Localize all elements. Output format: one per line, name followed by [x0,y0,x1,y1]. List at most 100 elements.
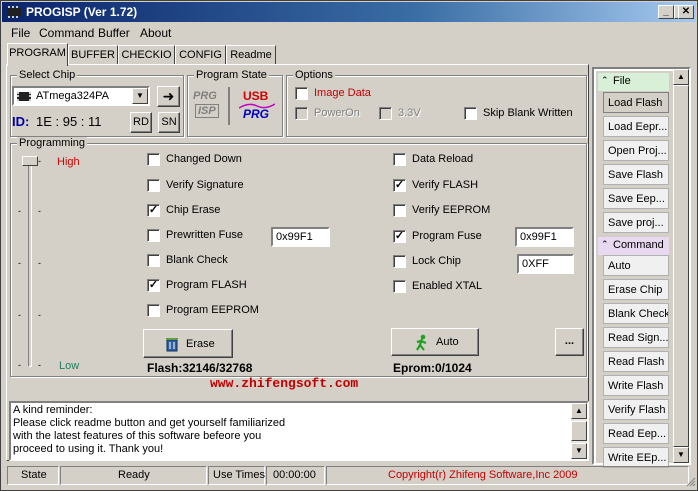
more-options-button[interactable]: ... [555,328,584,356]
tab-readme[interactable]: Readme [226,45,276,65]
checkbox-box [147,179,160,192]
checkbox-label: Program EEPROM [166,304,259,316]
app-icon [7,6,21,18]
options-label: Options [293,69,335,81]
sidebar-item-verify-flash[interactable]: Verify Flash [603,399,669,420]
status-copyright-panel: Copyright(r) Zhifeng Software,Inc 2009 [326,466,689,485]
checkbox-box [393,280,406,293]
lock-chip-field[interactable]: 0XFF [517,254,574,274]
sidebar-item-read-flash[interactable]: Read Flash [603,351,669,372]
checkbox-label: Program Fuse [412,230,482,242]
logo-usb-text: USB [243,89,269,103]
sidebar-item-write-flash[interactable]: Write Flash [603,375,669,396]
sidebar-panel: ⌃ File Load Flash Load Eepr... Open Proj..… [592,67,691,468]
reminder-memo[interactable]: A kind reminder: Please click readme but… [9,401,589,461]
speed-slider-track[interactable] [28,161,32,367]
programming-label: Programming [17,137,88,149]
tab-checkio[interactable]: CHECKIO [118,45,175,65]
id-label: ID: [12,114,30,129]
sidebar-item-save-flash[interactable]: Save Flash [603,164,669,185]
program-fuse-field[interactable]: 0x99F1 [515,227,574,247]
checkbox-label: Enabled XTAL [412,280,483,292]
checkbox-box [393,204,406,217]
erase-button[interactable]: Erase [143,329,233,358]
skip-blank-label: Skip Blank Written [483,107,573,119]
running-man-icon [416,334,427,351]
sidebar-item-auto[interactable]: Auto [603,255,669,276]
prewritten-fuse-field[interactable]: 0x99F1 [271,227,330,247]
speed-slider-thumb[interactable] [22,156,38,166]
website-link[interactable]: www.zhifengsoft.com [210,376,358,391]
checkbox-box [147,229,160,242]
checkbox-label: Verify EEPROM [412,204,491,216]
select-chip-label: Select Chip [17,69,78,81]
checkbox-label: Verify Signature [166,179,244,191]
power-on-label: PowerOn [314,107,360,119]
sidebar-scrollbar[interactable]: ▲ ▼ [673,69,689,463]
sidebar-item-open-proj[interactable]: Open Proj... [603,140,669,161]
tab-program[interactable]: PROGRAM [7,43,68,66]
menu-command[interactable]: Command [39,26,94,40]
sidebar-item-load-eepr[interactable]: Load Eepr... [603,116,669,137]
auto-label: Auto [436,336,459,348]
sidebar-item-load-flash[interactable]: Load Flash [603,92,669,113]
title-bar: PROGISP (Ver 1.72) _ □ [2,2,696,22]
checkbox-box [147,254,160,267]
menu-file[interactable]: File [11,26,30,40]
close-button[interactable]: ✕ [678,5,694,19]
checkbox-label: Lock Chip [412,255,461,267]
memo-scrollbar[interactable]: ▲ ▼ [571,403,587,459]
rd-button[interactable]: RD [130,112,152,133]
chevron-down-icon[interactable]: ▼ [132,88,148,104]
usb-prg-logo: USB PRG [239,89,275,125]
scroll-up-icon[interactable]: ▲ [673,69,689,85]
sidebar-item-save-proj[interactable]: Save proj... [603,212,669,233]
sidebar-command-header[interactable]: ⌃ Command [598,237,669,255]
resize-grip-icon[interactable] [686,477,696,487]
flash-info: Flash:32146/32768 [147,361,253,375]
checkmark-icon: ✓ [393,179,406,192]
scroll-up-icon[interactable]: ▲ [571,403,587,419]
auto-button[interactable]: Auto [391,328,479,356]
sidebar-scroll-thumb[interactable] [673,85,689,447]
sn-button[interactable]: SN [158,112,180,133]
chip-select-value: ATmega324PA [36,90,109,102]
tab-buffer[interactable]: BUFFER [68,45,118,65]
scroll-down-icon[interactable]: ▼ [571,443,587,459]
high-label: High [57,156,80,168]
sidebar-item-save-eep[interactable]: Save Eep... [603,188,669,209]
checkbox-label: Verify FLASH [412,179,479,191]
status-time-panel: 00:00:00 [266,466,325,485]
scroll-down-icon[interactable]: ▼ [673,447,689,463]
menu-bar: File Command Buffer About [2,23,696,42]
chip-select[interactable]: ATmega324PA ▼ [12,86,150,106]
checkbox-box [147,304,160,317]
sidebar-item-read-sign[interactable]: Read Sign... [603,327,669,348]
eprom-info: Eprom:0/1024 [393,361,472,375]
window-title: PROGISP (Ver 1.72) [26,5,138,19]
usb-wave-icon [239,103,275,109]
sidebar-item-write-eep[interactable]: Write EEp... [603,447,669,468]
sidebar-file-header[interactable]: ⌃ File [598,73,669,91]
program-state-label: Program State [194,69,269,81]
status-state-label-panel: State [7,466,59,485]
sidebar-item-read-eep[interactable]: Read Eep... [603,423,669,444]
sidebar-item-erase-chip[interactable]: Erase Chip [603,279,669,300]
erase-label: Erase [186,338,215,350]
checkmark-icon: ✓ [147,204,160,217]
chevron-up-icon: ⌃ [601,239,609,249]
reminder-text: A kind reminder: Please click readme but… [13,404,286,455]
arrow-right-button[interactable]: ➜ [157,86,180,107]
tab-config[interactable]: CONFIG [175,45,226,65]
image-data-label: Image Data [314,87,371,99]
memo-scroll-thumb[interactable] [571,421,587,441]
checkmark-icon: ✓ [147,279,160,292]
checkbox-label: Program FLASH [166,279,247,291]
status-use-times-label: Use Times [213,469,265,481]
status-use-times-value: 00:00:00 [273,469,316,481]
sidebar-item-blank-check[interactable]: Blank Check [603,303,669,324]
menu-about[interactable]: About [140,26,171,40]
minimize-button[interactable]: _ [658,5,674,19]
low-label: Low [59,360,80,372]
menu-buffer[interactable]: Buffer [98,26,130,40]
